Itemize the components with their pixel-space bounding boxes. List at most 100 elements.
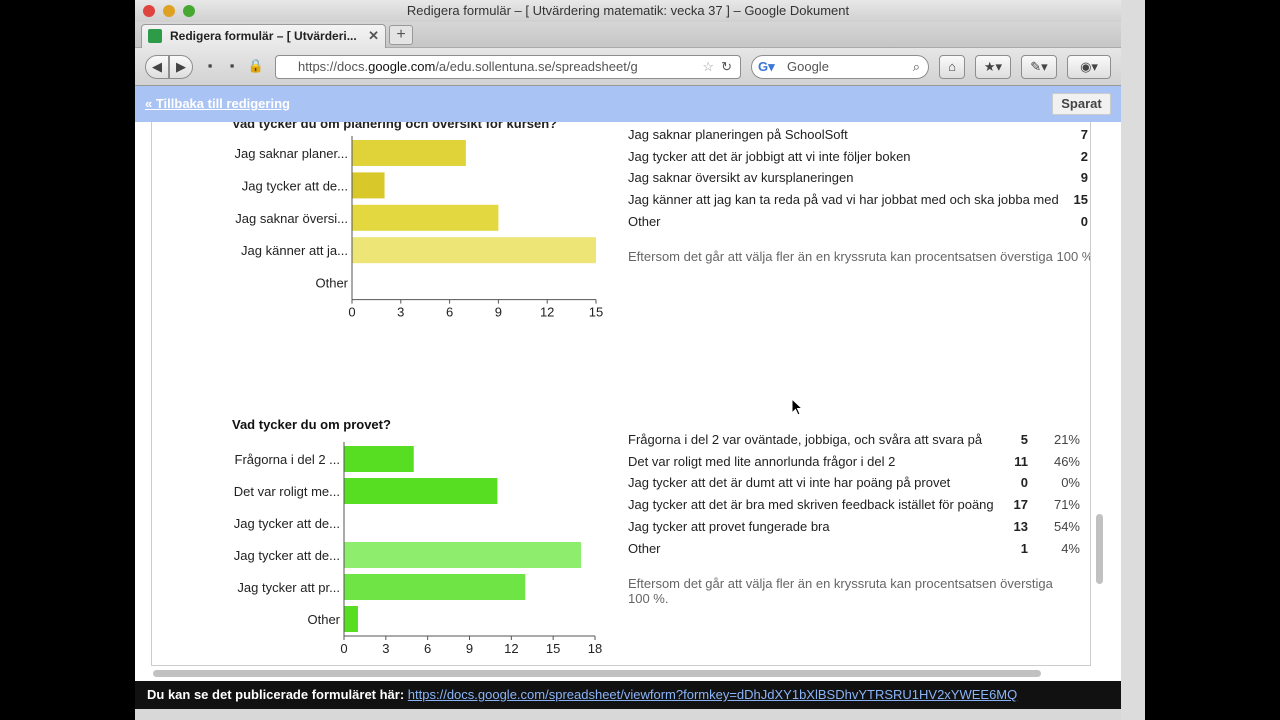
result-count: 0 bbox=[1080, 213, 1088, 229]
chart1-category-label: Other bbox=[315, 276, 348, 291]
result-percent: 71% bbox=[1053, 497, 1080, 513]
star-icon[interactable]: ☆ bbox=[702, 56, 714, 78]
new-tab-button[interactable]: + bbox=[389, 25, 413, 45]
zoom-window-icon[interactable] bbox=[183, 5, 195, 17]
result-percent: 46% bbox=[1053, 453, 1080, 469]
title-bar: Redigera formulär – [ Utvärdering matema… bbox=[135, 0, 1121, 22]
question-2-title: Vad tycker du om provet? bbox=[232, 417, 391, 432]
browser-window: Redigera formulär – [ Utvärdering matema… bbox=[135, 0, 1121, 720]
back-to-editing-link[interactable]: « Tillbaka till redigering bbox=[145, 96, 290, 111]
result-count: 9 bbox=[1080, 170, 1088, 186]
google-search-icon: G▾ bbox=[758, 59, 775, 74]
chart2-tick-label: 9 bbox=[466, 641, 473, 656]
edit-toolbar: « Tillbaka till redigering Sparat bbox=[135, 86, 1121, 122]
tab-close-icon[interactable]: ✕ bbox=[368, 25, 379, 47]
page-icon[interactable]: ▪ bbox=[201, 55, 219, 79]
chart2-tick-label: 18 bbox=[588, 641, 602, 656]
chart1-category-label: Jag känner att ja... bbox=[241, 243, 348, 258]
chart1-category-label: Jag tycker att de... bbox=[242, 178, 348, 193]
result-row: Jag saknar översikt av kursplaneringen 9 bbox=[628, 170, 1088, 190]
result-label: Other bbox=[628, 213, 661, 229]
search-placeholder: Google bbox=[787, 59, 829, 74]
tools-icon: ✎▾ bbox=[1030, 59, 1048, 74]
vertical-scrollbar[interactable] bbox=[1093, 122, 1105, 666]
home-icon: ⌂ bbox=[948, 59, 956, 74]
question-2-note: Eftersom det går att välja fler än en kr… bbox=[628, 576, 1053, 606]
result-percent: 21% bbox=[1053, 432, 1080, 447]
saved-button[interactable]: Sparat bbox=[1052, 93, 1111, 115]
result-row: Jag tycker att det är bra med skriven fe… bbox=[628, 497, 1088, 517]
chart1-tick-label: 9 bbox=[495, 305, 502, 320]
question-2-note-line-2: 100 %. bbox=[628, 591, 669, 606]
chart1-bar bbox=[352, 237, 596, 264]
chart2-tick-label: 0 bbox=[340, 641, 347, 656]
chart2-bar bbox=[344, 606, 358, 632]
chart2-bar bbox=[344, 446, 414, 472]
chart1-tick-label: 3 bbox=[397, 305, 404, 320]
chart2-category-label: Other bbox=[307, 612, 340, 627]
chart2-bar bbox=[344, 478, 498, 504]
back-button[interactable]: ◀ bbox=[145, 55, 169, 79]
home-button[interactable]: ⌂ bbox=[939, 55, 965, 79]
background-strip bbox=[1145, 0, 1280, 720]
result-count: 1 bbox=[1020, 540, 1028, 556]
chart2-bar bbox=[344, 574, 526, 600]
result-count: 13 bbox=[1013, 518, 1028, 534]
chart1-tick-label: 15 bbox=[589, 305, 603, 320]
vertical-scroll-thumb[interactable] bbox=[1096, 514, 1103, 584]
result-row: Other 0 bbox=[628, 214, 1088, 234]
tools-menu-button[interactable]: ✎▾ bbox=[1021, 55, 1057, 79]
result-label: Jag tycker att det är bra med skriven fe… bbox=[628, 497, 994, 513]
result-count: 17 bbox=[1013, 497, 1028, 513]
chart2-category-label: Jag tycker att pr... bbox=[237, 580, 340, 595]
url-field[interactable]: https://docs.google.com/a/edu.sollentuna… bbox=[275, 55, 741, 79]
result-row: Jag saknar planeringen på SchoolSoft 7 bbox=[628, 127, 1088, 147]
search-field[interactable]: G▾ Google ⌕ bbox=[751, 55, 929, 79]
question-1-chart: Jag saknar planer... Jag tycker att de...… bbox=[234, 136, 603, 656]
result-label: Jag saknar planeringen på SchoolSoft bbox=[628, 127, 848, 142]
published-form-link[interactable]: https://docs.google.com/spreadsheet/view… bbox=[408, 687, 1017, 702]
search-icon[interactable]: ⌕ bbox=[913, 56, 920, 78]
result-count: 0 bbox=[1020, 475, 1028, 491]
close-window-icon[interactable] bbox=[143, 5, 155, 17]
bookmark-icon[interactable]: ▪ bbox=[223, 55, 241, 79]
result-row: Jag tycker att provet fungerade bra 13 54% bbox=[628, 519, 1088, 539]
extension-menu-button[interactable]: ◉▾ bbox=[1067, 55, 1111, 79]
question-2-note-line-1: Eftersom det går att välja fler än en kr… bbox=[628, 576, 1053, 591]
tab-redigera[interactable]: Redigera formulär – [ Utvärderi... ✕ bbox=[141, 24, 386, 48]
status-bar bbox=[135, 709, 1121, 720]
result-count: 2 bbox=[1080, 148, 1088, 164]
url-domain: google.com bbox=[368, 59, 436, 74]
minimize-window-icon[interactable] bbox=[163, 5, 175, 17]
url-rest: /a/edu.sollentuna.se/spreadsheet/g bbox=[435, 59, 638, 74]
chart1-category-label: Jag saknar planer... bbox=[235, 146, 348, 161]
result-row: Other 1 4% bbox=[628, 541, 1088, 561]
forward-button[interactable]: ▶ bbox=[169, 55, 193, 79]
chart1-tick-label: 12 bbox=[540, 305, 554, 320]
result-count: 7 bbox=[1080, 127, 1088, 142]
bookmarks-icon: ★▾ bbox=[983, 59, 1003, 74]
chart2-bar bbox=[344, 542, 582, 568]
lock-icon[interactable]: 🔒 bbox=[247, 55, 265, 79]
back-arrow-icon: ◀ bbox=[152, 59, 162, 74]
navigation-bar: ◀ ▶ ▪ ▪ 🔒 https://docs.google.com/a/edu.… bbox=[135, 48, 1121, 86]
result-label: Frågorna i del 2 var oväntade, jobbiga, … bbox=[628, 432, 983, 447]
window-title: Redigera formulär – [ Utvärdering matema… bbox=[406, 3, 850, 18]
chart2-tick-label: 15 bbox=[546, 641, 560, 656]
bookmarks-menu-button[interactable]: ★▾ bbox=[975, 55, 1011, 79]
horizontal-scroll-thumb[interactable] bbox=[153, 670, 1041, 677]
chart1-tick-label: 0 bbox=[348, 305, 355, 320]
background-window bbox=[1121, 0, 1145, 720]
chart2-category-label: Jag tycker att de... bbox=[234, 516, 340, 531]
result-label: Jag saknar översikt av kursplaneringen bbox=[628, 170, 854, 186]
horizontal-scrollbar[interactable] bbox=[151, 667, 1091, 681]
result-row: Frågorna i del 2 var oväntade, jobbiga, … bbox=[628, 432, 1088, 452]
chart2-tick-label: 3 bbox=[382, 641, 389, 656]
publish-footer: Du kan se det publicerade formuläret här… bbox=[135, 681, 1121, 709]
tab-bar: Redigera formulär – [ Utvärderi... ✕ + bbox=[135, 22, 1121, 48]
chart1-tick-label: 6 bbox=[446, 305, 453, 320]
result-row: Det var roligt med lite annorlunda frågo… bbox=[628, 454, 1088, 474]
chart1-bar bbox=[352, 204, 499, 231]
reload-icon[interactable]: ↻ bbox=[721, 56, 732, 78]
result-row: Jag tycker att det är jobbigt att vi int… bbox=[628, 149, 1088, 169]
